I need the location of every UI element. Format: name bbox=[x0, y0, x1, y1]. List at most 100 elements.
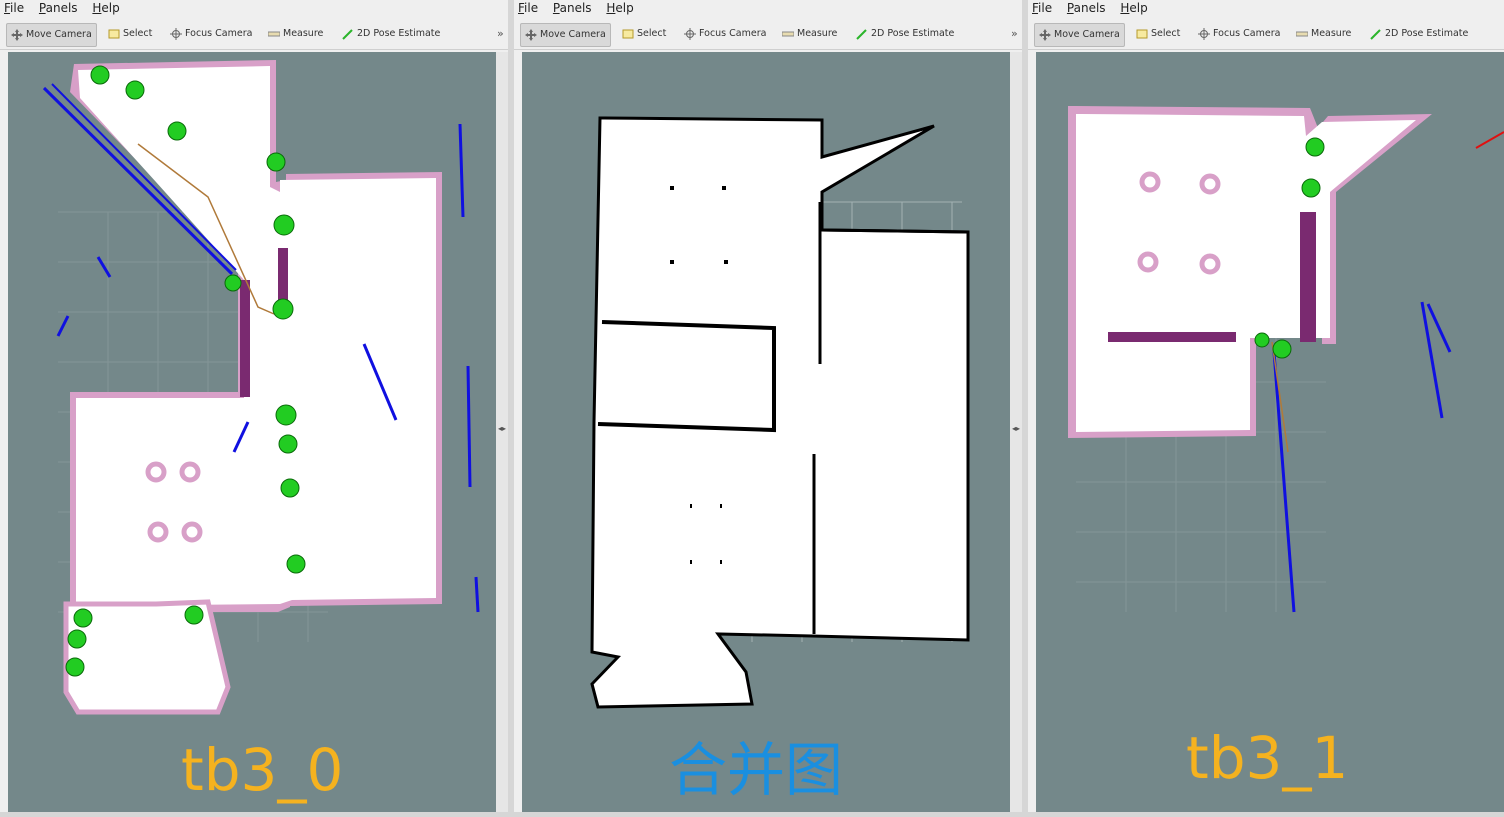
map-view-tb3-0[interactable]: tb3_0 bbox=[8, 52, 496, 812]
map-canvas bbox=[1068, 106, 1504, 613]
measure-button[interactable]: Measure bbox=[778, 23, 841, 45]
measure-label: Measure bbox=[283, 28, 324, 39]
rviz-window-merged: File Panels Help Move Camera Select Focu… bbox=[514, 0, 1022, 817]
move-camera-label: Move Camera bbox=[1054, 29, 1120, 40]
map-caption: tb3_0 bbox=[181, 736, 344, 804]
splitter-handle[interactable]: ◂▸ bbox=[496, 52, 508, 812]
pose-estimate-label: 2D Pose Estimate bbox=[1385, 28, 1469, 39]
map-view-merged[interactable]: 合并图 bbox=[522, 52, 1010, 812]
pose-estimate-button[interactable]: 2D Pose Estimate bbox=[338, 23, 444, 45]
rviz-window-tb3-0: File Panels Help Move Camera Select Focu… bbox=[0, 0, 508, 817]
waypoint[interactable] bbox=[278, 434, 298, 454]
move-camera-icon bbox=[1039, 29, 1051, 41]
pose-estimate-label: 2D Pose Estimate bbox=[357, 28, 441, 39]
menubar: File Panels Help bbox=[1028, 0, 1504, 17]
waypoint[interactable] bbox=[1272, 339, 1292, 359]
waypoint[interactable] bbox=[275, 404, 297, 426]
menubar: File Panels Help bbox=[514, 0, 1022, 17]
waypoint[interactable] bbox=[1305, 137, 1325, 157]
map-canvas bbox=[42, 60, 480, 715]
merged-occupancy-map bbox=[590, 116, 970, 709]
waypoint[interactable] bbox=[273, 214, 295, 236]
toolbar-overflow[interactable]: » bbox=[497, 23, 504, 45]
select-button[interactable]: Select bbox=[1132, 23, 1184, 45]
splitter-handle[interactable]: ◂▸ bbox=[1010, 52, 1022, 812]
waypoint[interactable] bbox=[73, 608, 93, 628]
pose-arrow-icon bbox=[342, 29, 353, 40]
focus-camera-label: Focus Camera bbox=[699, 28, 767, 39]
pose-estimate-button[interactable]: 2D Pose Estimate bbox=[852, 23, 958, 45]
pose-arrow-icon bbox=[1370, 29, 1381, 40]
move-camera-icon bbox=[525, 29, 537, 41]
costmap-outline bbox=[63, 60, 442, 715]
robot-arrow bbox=[1475, 131, 1504, 149]
status-strip bbox=[0, 812, 1504, 817]
map-caption: tb3_1 bbox=[1186, 724, 1349, 792]
measure-label: Measure bbox=[1311, 28, 1352, 39]
waypoint[interactable] bbox=[224, 274, 242, 292]
move-camera-button[interactable]: Move Camera bbox=[6, 23, 97, 47]
menu-panels[interactable]: Panels bbox=[1067, 0, 1106, 17]
menu-file[interactable]: File bbox=[4, 0, 24, 17]
waypoint[interactable] bbox=[1254, 332, 1270, 348]
move-camera-button[interactable]: Move Camera bbox=[520, 23, 611, 47]
measure-button[interactable]: Measure bbox=[264, 23, 327, 45]
menu-file[interactable]: File bbox=[518, 0, 538, 17]
move-camera-icon bbox=[11, 29, 23, 41]
focus-camera-label: Focus Camera bbox=[1213, 28, 1281, 39]
focus-camera-icon bbox=[684, 28, 696, 40]
ruler-icon bbox=[782, 31, 794, 37]
select-icon bbox=[1136, 29, 1148, 39]
map-view-tb3-1[interactable]: tb3_1 bbox=[1036, 52, 1504, 812]
waypoint[interactable] bbox=[272, 298, 294, 320]
toolbar: Move Camera Select Focus Camera Measure … bbox=[0, 19, 508, 50]
select-button[interactable]: Select bbox=[104, 23, 156, 45]
ruler-icon bbox=[1296, 31, 1308, 37]
waypoint[interactable] bbox=[125, 80, 145, 100]
waypoint[interactable] bbox=[90, 65, 110, 85]
select-icon bbox=[622, 29, 634, 39]
select-label: Select bbox=[123, 28, 153, 39]
costmap-outline bbox=[1068, 106, 1432, 438]
waypoint[interactable] bbox=[167, 121, 187, 141]
move-camera-label: Move Camera bbox=[26, 29, 92, 40]
waypoint[interactable] bbox=[184, 605, 204, 625]
toolbar: Move Camera Select Focus Camera Measure … bbox=[514, 19, 1022, 50]
waypoint[interactable] bbox=[280, 478, 300, 498]
toolbar: Move Camera Select Focus Camera Measure … bbox=[1028, 19, 1504, 50]
waypoint[interactable] bbox=[266, 152, 286, 172]
measure-label: Measure bbox=[797, 28, 838, 39]
toolbar-overflow[interactable]: » bbox=[1011, 23, 1018, 45]
focus-camera-icon bbox=[1198, 28, 1210, 40]
select-label: Select bbox=[1151, 28, 1181, 39]
waypoint[interactable] bbox=[286, 554, 306, 574]
pose-arrow-icon bbox=[856, 29, 867, 40]
focus-camera-button[interactable]: Focus Camera bbox=[166, 23, 256, 45]
pose-estimate-button[interactable]: 2D Pose Estimate bbox=[1366, 23, 1472, 45]
focus-camera-button[interactable]: Focus Camera bbox=[680, 23, 770, 45]
menu-help[interactable]: Help bbox=[1120, 0, 1147, 17]
select-icon bbox=[108, 29, 120, 39]
pose-estimate-label: 2D Pose Estimate bbox=[871, 28, 955, 39]
menu-help[interactable]: Help bbox=[606, 0, 633, 17]
ruler-icon bbox=[268, 31, 280, 37]
menu-file[interactable]: File bbox=[1032, 0, 1052, 17]
menubar: File Panels Help bbox=[0, 0, 508, 17]
focus-camera-label: Focus Camera bbox=[185, 28, 253, 39]
move-camera-button[interactable]: Move Camera bbox=[1034, 23, 1125, 47]
map-canvas bbox=[590, 116, 970, 709]
waypoint[interactable] bbox=[65, 657, 85, 677]
select-button[interactable]: Select bbox=[618, 23, 670, 45]
select-label: Select bbox=[637, 28, 667, 39]
focus-camera-button[interactable]: Focus Camera bbox=[1194, 23, 1284, 45]
waypoint[interactable] bbox=[1301, 178, 1321, 198]
laser-scan bbox=[1272, 301, 1452, 613]
menu-help[interactable]: Help bbox=[92, 0, 119, 17]
waypoint[interactable] bbox=[67, 629, 87, 649]
menu-panels[interactable]: Panels bbox=[39, 0, 78, 17]
measure-button[interactable]: Measure bbox=[1292, 23, 1355, 45]
map-caption: 合并图 bbox=[669, 736, 844, 804]
move-camera-label: Move Camera bbox=[540, 29, 606, 40]
rviz-window-tb3-1: File Panels Help Move Camera Select Focu… bbox=[1028, 0, 1504, 817]
menu-panels[interactable]: Panels bbox=[553, 0, 592, 17]
